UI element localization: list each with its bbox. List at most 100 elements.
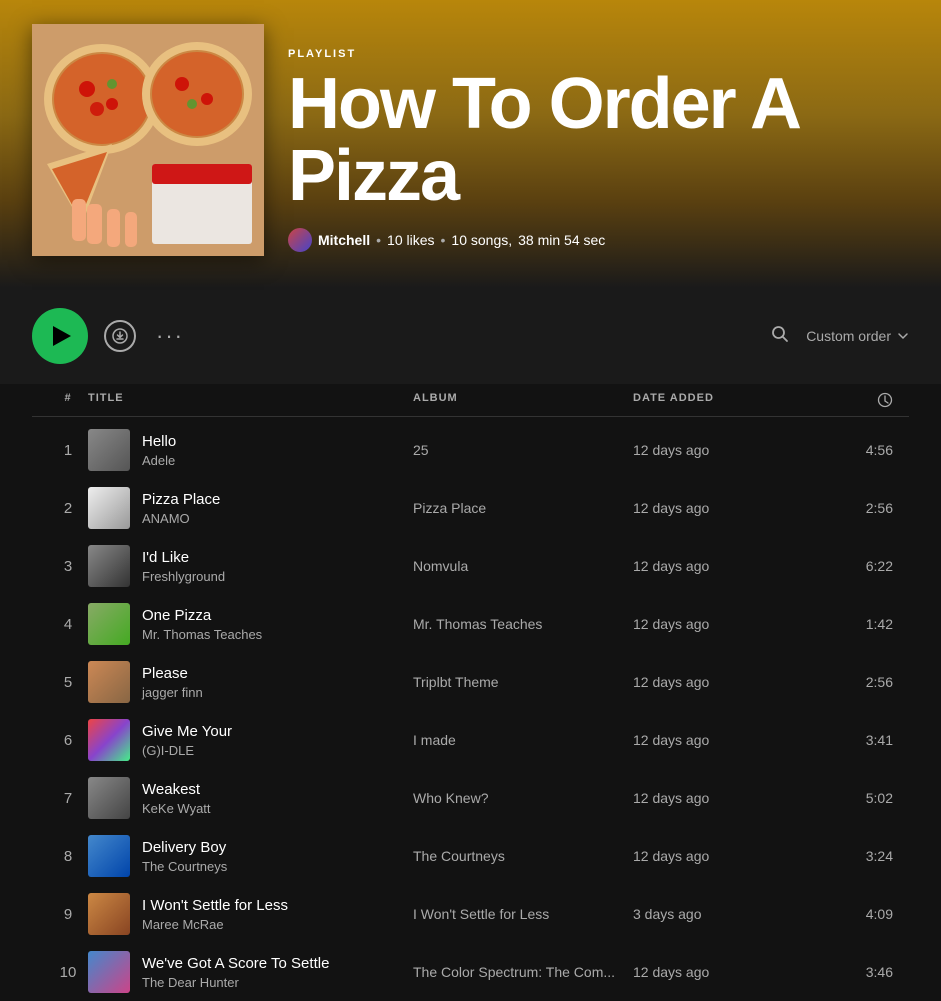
track-date: 12 days ago	[633, 732, 813, 748]
track-duration: 4:09	[813, 906, 893, 922]
track-row[interactable]: 9 I Won't Settle for Less Maree McRae I …	[32, 885, 909, 943]
playlist-title: How To Order A Pizza	[288, 68, 909, 212]
track-text: Delivery Boy The Courtneys	[142, 839, 227, 874]
track-artist: The Dear Hunter	[142, 975, 329, 990]
track-name: Weakest	[142, 781, 211, 798]
track-thumbnail	[88, 719, 130, 761]
track-text: One Pizza Mr. Thomas Teaches	[142, 607, 262, 642]
track-artist: (G)I-DLE	[142, 743, 232, 758]
track-row[interactable]: 10 We've Got A Score To Settle The Dear …	[32, 943, 909, 1001]
track-thumbnail	[88, 835, 130, 877]
track-number: 9	[48, 906, 88, 923]
track-name: Pizza Place	[142, 491, 220, 508]
track-date: 12 days ago	[633, 848, 813, 864]
track-row[interactable]: 5 Please jagger finn Triplbt Theme 12 da…	[32, 653, 909, 711]
track-table: # TITLE ALBUM DATE ADDED 1 Hello Adele 2…	[0, 384, 941, 1001]
track-artist: Mr. Thomas Teaches	[142, 627, 262, 642]
track-date: 12 days ago	[633, 674, 813, 690]
playlist-cover	[32, 24, 264, 256]
track-info: One Pizza Mr. Thomas Teaches	[88, 603, 413, 645]
track-artist: Adele	[142, 453, 176, 468]
track-name: Give Me Your	[142, 723, 232, 740]
play-button[interactable]	[32, 308, 88, 364]
track-date: 12 days ago	[633, 500, 813, 516]
track-duration: 3:46	[813, 964, 893, 980]
track-text: Weakest KeKe Wyatt	[142, 781, 211, 816]
track-text: Hello Adele	[142, 433, 176, 468]
track-duration: 6:22	[813, 558, 893, 574]
track-thumbnail	[88, 777, 130, 819]
track-info: We've Got A Score To Settle The Dear Hun…	[88, 951, 413, 993]
track-album: Triplbt Theme	[413, 674, 633, 690]
custom-order-label: Custom order	[806, 328, 891, 344]
track-album: 25	[413, 442, 633, 458]
track-duration: 3:24	[813, 848, 893, 864]
track-thumbnail	[88, 545, 130, 587]
hero-section: PLAYLIST How To Order A Pizza Mitchell •…	[0, 0, 941, 288]
track-number: 4	[48, 616, 88, 633]
search-button[interactable]	[770, 324, 790, 349]
track-number: 3	[48, 558, 88, 575]
track-name: Please	[142, 665, 203, 682]
track-number: 1	[48, 442, 88, 459]
track-number: 8	[48, 848, 88, 865]
track-album: I Won't Settle for Less	[413, 906, 633, 922]
track-row[interactable]: 7 Weakest KeKe Wyatt Who Knew? 12 days a…	[32, 769, 909, 827]
track-name: I Won't Settle for Less	[142, 897, 288, 914]
track-info: Hello Adele	[88, 429, 413, 471]
author-name: Mitchell	[318, 232, 370, 248]
playlist-meta: Mitchell • 10 likes • 10 songs, 38 min 5…	[288, 228, 909, 252]
track-artist: Maree McRae	[142, 917, 288, 932]
track-artist: KeKe Wyatt	[142, 801, 211, 816]
track-number: 7	[48, 790, 88, 807]
tracks-list: 1 Hello Adele 25 12 days ago 4:56 2 Pizz…	[32, 421, 909, 1001]
track-artist: The Courtneys	[142, 859, 227, 874]
track-duration: 3:41	[813, 732, 893, 748]
track-name: We've Got A Score To Settle	[142, 955, 329, 972]
track-name: One Pizza	[142, 607, 262, 624]
track-thumbnail	[88, 951, 130, 993]
track-artist: ANAMO	[142, 511, 220, 526]
track-album: Mr. Thomas Teaches	[413, 616, 633, 632]
track-duration: 1:42	[813, 616, 893, 632]
header-album: ALBUM	[413, 392, 633, 408]
track-thumbnail	[88, 893, 130, 935]
hero-info: PLAYLIST How To Order A Pizza Mitchell •…	[288, 48, 909, 256]
track-album: Pizza Place	[413, 500, 633, 516]
track-row[interactable]: 3 I'd Like Freshlyground Nomvula 12 days…	[32, 537, 909, 595]
track-row[interactable]: 4 One Pizza Mr. Thomas Teaches Mr. Thoma…	[32, 595, 909, 653]
track-date: 3 days ago	[633, 906, 813, 922]
header-title: TITLE	[88, 392, 413, 408]
play-icon	[53, 326, 71, 346]
track-album: Who Knew?	[413, 790, 633, 806]
track-text: Pizza Place ANAMO	[142, 491, 220, 526]
likes-count: 10 likes	[387, 232, 434, 248]
track-album: The Color Spectrum: The Com...	[413, 964, 633, 980]
track-duration: 2:56	[813, 500, 893, 516]
track-date: 12 days ago	[633, 442, 813, 458]
download-button[interactable]	[104, 320, 136, 352]
track-row[interactable]: 6 Give Me Your (G)I-DLE I made 12 days a…	[32, 711, 909, 769]
header-date: DATE ADDED	[633, 392, 813, 408]
more-options-button[interactable]: ···	[152, 319, 188, 353]
track-date: 12 days ago	[633, 558, 813, 574]
author-avatar	[288, 228, 312, 252]
track-number: 5	[48, 674, 88, 691]
track-duration: 2:56	[813, 674, 893, 690]
track-info: Weakest KeKe Wyatt	[88, 777, 413, 819]
track-row[interactable]: 2 Pizza Place ANAMO Pizza Place 12 days …	[32, 479, 909, 537]
track-date: 12 days ago	[633, 616, 813, 632]
track-number: 6	[48, 732, 88, 749]
track-row[interactable]: 8 Delivery Boy The Courtneys The Courtne…	[32, 827, 909, 885]
table-header: # TITLE ALBUM DATE ADDED	[32, 384, 909, 417]
controls-right: Custom order	[770, 324, 909, 349]
track-text: I Won't Settle for Less Maree McRae	[142, 897, 288, 932]
track-album: The Courtneys	[413, 848, 633, 864]
track-row[interactable]: 1 Hello Adele 25 12 days ago 4:56	[32, 421, 909, 479]
track-album: Nomvula	[413, 558, 633, 574]
track-number: 10	[48, 964, 88, 981]
track-text: Please jagger finn	[142, 665, 203, 700]
track-text: We've Got A Score To Settle The Dear Hun…	[142, 955, 329, 990]
custom-order-button[interactable]: Custom order	[806, 328, 909, 344]
track-info: I'd Like Freshlyground	[88, 545, 413, 587]
